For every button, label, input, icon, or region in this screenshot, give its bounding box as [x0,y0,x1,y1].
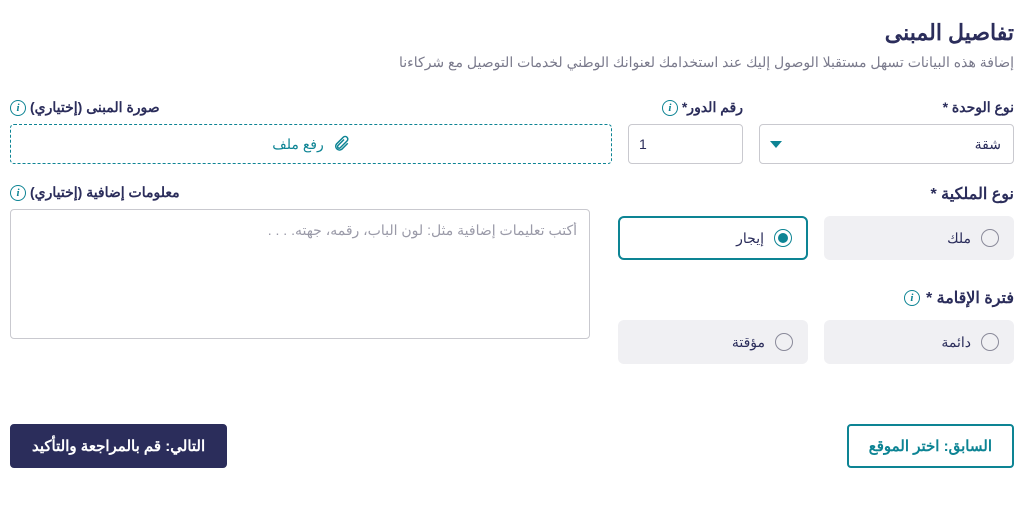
stay-permanent[interactable]: دائمة [824,320,1014,364]
extra-info-textarea[interactable] [23,222,577,326]
info-icon[interactable]: i [662,100,678,116]
extra-info-label: معلومات إضافية (إختياري) i [10,184,590,201]
stay-label: فترة الإقامة * i [614,288,1014,308]
floor-input[interactable] [639,136,732,152]
prev-button[interactable]: السابق: اختر الموقع [847,424,1014,468]
floor-label: رقم الدور* i [628,99,743,116]
ownership-label: نوع الملكية * [614,184,1014,204]
unit-type-label: نوع الوحدة * [759,99,1014,116]
radio-icon [981,333,999,351]
info-icon[interactable]: i [904,290,920,306]
ownership-rent[interactable]: إيجار [618,216,808,260]
chevron-down-icon [770,141,782,148]
unit-type-select[interactable]: شقة [759,124,1014,164]
radio-icon [774,229,792,247]
page-title: تفاصيل المبنى [10,20,1014,46]
upload-button[interactable]: رفع ملف [10,124,612,164]
ownership-own[interactable]: ملك [824,216,1014,260]
info-icon[interactable]: i [10,100,26,116]
radio-icon [775,333,793,351]
floor-input-wrap [628,124,743,164]
upload-text: رفع ملف [272,136,323,153]
photo-label: صورة المبنى (إختياري) i [10,99,612,116]
stay-temporary[interactable]: مؤقتة [618,320,808,364]
next-button[interactable]: التالي: قم بالمراجعة والتأكيد [10,424,227,468]
info-icon[interactable]: i [10,185,26,201]
extra-info-wrap [10,209,590,339]
ownership-radio-group: ملك إيجار [614,216,1014,260]
page-subtitle: إضافة هذه البيانات تسهل مستقبلا الوصول إ… [10,54,1014,71]
unit-type-value: شقة [772,136,1001,153]
radio-icon [981,229,999,247]
stay-radio-group: دائمة مؤقتة [614,320,1014,364]
paperclip-icon [332,135,350,153]
